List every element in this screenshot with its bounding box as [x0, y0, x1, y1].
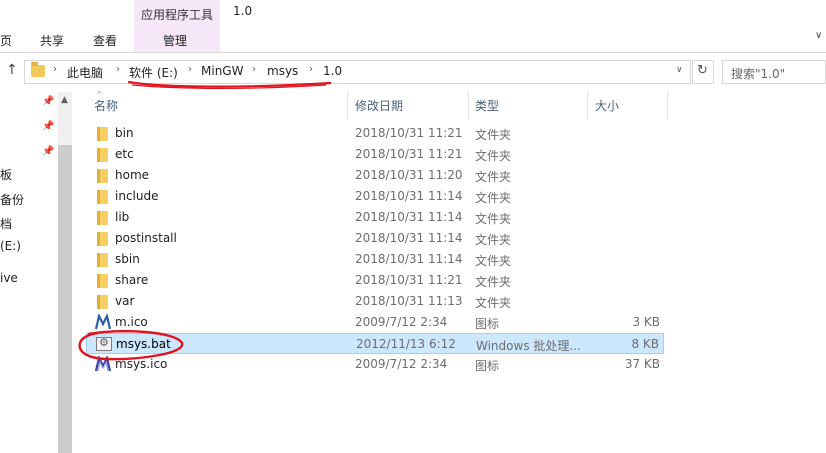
folder-icon: [31, 62, 45, 77]
pin-icon[interactable]: 📌: [42, 121, 54, 132]
folder-icon: [97, 190, 108, 204]
search-box[interactable]: 搜索"1.0": [722, 60, 826, 84]
file-row[interactable]: lib 2018/10/31 11:14 文件夹: [86, 207, 664, 228]
window-title: 1.0: [233, 4, 253, 18]
nav-item[interactable]: 备份: [0, 191, 24, 208]
column-divider[interactable]: [347, 92, 348, 120]
file-name: postinstall: [115, 231, 177, 245]
folder-icon: [97, 232, 108, 246]
refresh-button[interactable]: ↻: [692, 60, 714, 84]
file-name: etc: [115, 147, 134, 161]
file-type: 文件夹: [475, 275, 512, 289]
chevron-right-icon[interactable]: ›: [116, 64, 120, 75]
ribbon-expand-icon[interactable]: ∨: [815, 30, 822, 41]
chevron-right-icon[interactable]: ›: [53, 64, 57, 75]
file-type: Windows 批处理...: [476, 339, 581, 353]
file-row[interactable]: etc 2018/10/31 11:21 文件夹: [86, 144, 664, 165]
folder-icon: [97, 295, 108, 309]
file-type: 文件夹: [475, 128, 512, 142]
file-type: 文件夹: [475, 296, 512, 310]
tab-share[interactable]: 共享: [40, 32, 64, 49]
file-type: 文件夹: [475, 170, 512, 184]
folder-icon: [97, 253, 108, 267]
nav-item[interactable]: (E:): [0, 239, 21, 253]
file-row[interactable]: var 2018/10/31 11:13 文件夹: [86, 291, 664, 312]
file-row[interactable]: bin 2018/10/31 11:21 文件夹: [86, 123, 664, 144]
file-row[interactable]: include 2018/10/31 11:14 文件夹: [86, 186, 664, 207]
file-row[interactable]: home 2018/10/31 11:20 文件夹: [86, 165, 664, 186]
file-date: 2018/10/31 11:14: [355, 210, 463, 224]
column-header-size[interactable]: 大小: [595, 97, 619, 114]
folder-icon: [97, 148, 108, 162]
nav-item[interactable]: 板: [0, 166, 12, 183]
file-date: 2018/10/31 11:14: [355, 231, 463, 245]
file-name: bin: [115, 126, 134, 140]
folder-icon: [97, 169, 108, 183]
file-row[interactable]: postinstall 2018/10/31 11:14 文件夹: [86, 228, 664, 249]
red-underline-annotation: [127, 80, 332, 89]
nav-item[interactable]: ive: [0, 271, 18, 285]
red-circle-annotation: [78, 330, 184, 361]
file-name: lib: [115, 210, 130, 224]
refresh-icon: ↻: [697, 63, 708, 78]
folder-icon: [97, 211, 108, 225]
file-type: 文件夹: [475, 233, 512, 247]
column-divider[interactable]: [468, 92, 469, 120]
address-dropdown-icon[interactable]: ∨: [676, 65, 683, 75]
file-name: home: [115, 168, 150, 182]
file-date: 2018/10/31 11:21: [355, 147, 463, 161]
column-header-type[interactable]: 类型: [475, 97, 499, 114]
file-type: 图标: [475, 359, 500, 373]
column-divider[interactable]: [587, 92, 588, 120]
chevron-right-icon[interactable]: ›: [252, 64, 256, 75]
column-divider[interactable]: [667, 92, 668, 120]
column-header-name[interactable]: 名称: [94, 97, 118, 114]
file-date: 2018/10/31 11:21: [355, 126, 463, 140]
folder-icon: [97, 274, 108, 288]
file-date: 2018/10/31 11:20: [355, 168, 463, 182]
file-date: 2009/7/12 2:34: [355, 357, 448, 371]
address-bar[interactable]: › 此电脑 › 软件 (E:) › MinGW › msys › 1.0 ∨: [24, 60, 691, 84]
file-date: 2018/10/31 11:14: [355, 252, 463, 266]
tab-view[interactable]: 查看: [93, 32, 117, 49]
ribbon-divider: [0, 52, 826, 53]
pin-icon[interactable]: 📌: [42, 146, 54, 157]
scroll-up-icon[interactable]: ▲: [61, 95, 68, 105]
pin-icon[interactable]: 📌: [42, 96, 54, 107]
file-name: share: [115, 273, 149, 287]
file-size: 8 KB: [631, 337, 659, 351]
file-type: 图标: [475, 317, 500, 331]
file-type: 文件夹: [475, 254, 512, 268]
file-row[interactable]: sbin 2018/10/31 11:14 文件夹: [86, 249, 664, 270]
search-placeholder: 搜索"1.0": [731, 67, 786, 81]
file-name: include: [115, 189, 159, 203]
file-date: 2018/10/31 11:13: [355, 294, 463, 308]
mingw-ico-icon: [95, 314, 111, 330]
tab-manage[interactable]: 管理: [163, 32, 187, 49]
file-date: 2018/10/31 11:21: [355, 273, 463, 287]
file-size: 37 KB: [624, 357, 660, 371]
file-date: 2012/11/13 6:12: [356, 337, 456, 351]
contextual-tab-app-tools[interactable]: 应用程序工具: [141, 6, 213, 23]
file-type: 文件夹: [475, 212, 512, 226]
breadcrumb-this-pc[interactable]: 此电脑: [67, 64, 103, 81]
file-date: 2009/7/12 2:34: [355, 315, 448, 329]
file-name: sbin: [115, 252, 140, 266]
file-name: var: [115, 294, 135, 308]
file-type: 文件夹: [475, 191, 512, 205]
file-name: m.ico: [115, 315, 148, 329]
file-type: 文件夹: [475, 149, 512, 163]
column-header-date[interactable]: 修改日期: [355, 97, 403, 114]
nav-item[interactable]: 档: [0, 215, 12, 232]
chevron-right-icon[interactable]: ›: [188, 64, 192, 75]
chevron-right-icon[interactable]: ›: [309, 64, 313, 75]
up-arrow-icon[interactable]: ↑: [6, 62, 18, 78]
file-row[interactable]: share 2018/10/31 11:21 文件夹: [86, 270, 664, 291]
tab-home[interactable]: 页: [0, 32, 12, 49]
file-size: 3 KB: [632, 315, 660, 329]
nav-scrollbar-thumb[interactable]: [58, 145, 72, 453]
file-date: 2018/10/31 11:14: [355, 189, 463, 203]
folder-icon: [97, 127, 108, 141]
explorer-window: { "title": "1.0", "ribbon": { "contextua…: [0, 0, 826, 453]
